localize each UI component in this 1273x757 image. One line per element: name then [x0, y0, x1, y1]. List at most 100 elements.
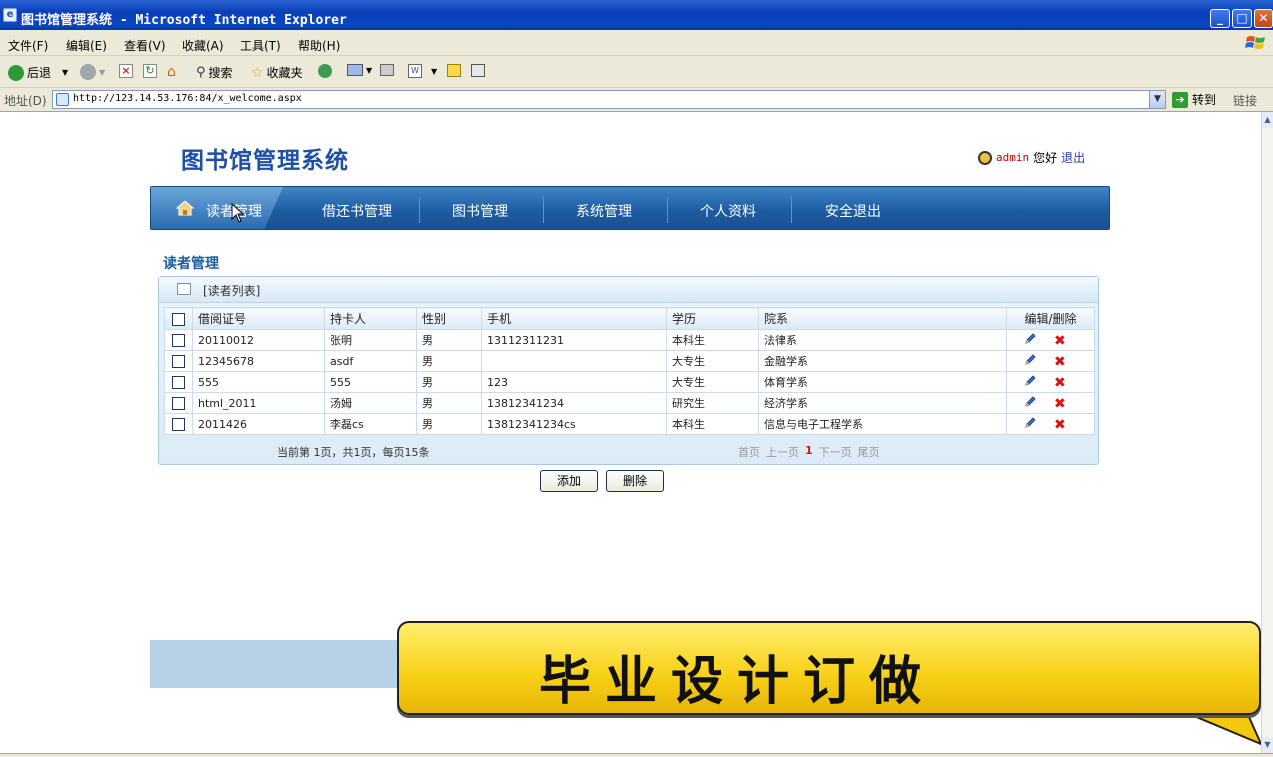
scroll-down-icon[interactable]: ▼	[1262, 737, 1273, 753]
section-title: 读者管理	[163, 256, 219, 272]
home-button[interactable]: ⌂	[167, 64, 176, 80]
row-checkbox[interactable]	[172, 417, 185, 431]
mail-icon	[347, 64, 363, 76]
delete-x-icon[interactable]: ✖	[1054, 418, 1066, 432]
vertical-scrollbar[interactable]: ▲ ▼	[1261, 112, 1273, 753]
menu-view[interactable]: 查看(V)	[124, 37, 166, 54]
select-all-cell	[164, 307, 193, 330]
print-button[interactable]	[380, 64, 394, 76]
site-logo: 图书馆管理系统	[181, 147, 349, 174]
nav-divider	[543, 197, 544, 223]
pager-prev[interactable]: 上一页	[766, 444, 799, 460]
card-no-cell: 12345678	[192, 350, 325, 372]
research-button[interactable]	[471, 64, 485, 77]
edit-pencil-icon[interactable]	[1024, 353, 1036, 366]
education-cell: 本科生	[666, 413, 759, 435]
delete-x-icon[interactable]: ✖	[1054, 334, 1066, 348]
address-input[interactable]: http://123.14.53.176:84/x_welcome.aspx ▼	[52, 90, 1166, 109]
table-row: 20110012 张明男 13112311231 本科生 法律系 ✖	[164, 329, 1095, 351]
col-holder: 持卡人	[324, 307, 417, 330]
card-no-cell: 2011426	[192, 413, 325, 435]
delete-x-icon[interactable]: ✖	[1054, 376, 1066, 390]
list-icon	[177, 283, 191, 295]
edit-page-button[interactable]: W ▼	[408, 64, 437, 78]
mail-button[interactable]: ▼	[347, 64, 372, 76]
go-button[interactable]: ➔ 转到	[1172, 91, 1216, 108]
window-title: 图书馆管理系统 - Microsoft Internet Explorer	[21, 13, 347, 28]
select-all-checkbox[interactable]	[172, 312, 185, 326]
nav-borrow-return[interactable]: 借还书管理	[322, 201, 392, 221]
home-icon: ⌂	[167, 64, 176, 80]
speech-bubble: 毕业设计订做	[397, 621, 1261, 715]
nav-book-management[interactable]: 图书管理	[452, 201, 508, 221]
history-icon	[318, 64, 332, 78]
actions-cell: ✖	[1006, 392, 1095, 414]
edit-pencil-icon[interactable]	[1024, 395, 1036, 408]
forward-dropdown-icon: ▼	[99, 67, 106, 77]
card-no-cell: 20110012	[192, 329, 325, 351]
nav-profile[interactable]: 个人资料	[700, 201, 756, 221]
menu-edit[interactable]: 编辑(E)	[66, 37, 107, 54]
greeting: 您好	[1033, 151, 1058, 165]
pager-first[interactable]: 首页	[738, 444, 760, 460]
close-button[interactable]: ✕	[1254, 9, 1273, 28]
delete-button[interactable]: 删除	[606, 470, 664, 492]
search-button[interactable]: ⚲ 搜索	[196, 64, 233, 81]
address-dropdown-icon[interactable]: ▼	[1149, 91, 1165, 108]
row-checkbox[interactable]	[172, 354, 185, 368]
history-button[interactable]	[318, 64, 332, 78]
panel-title: [读者列表]	[203, 284, 261, 298]
edit-pencil-icon[interactable]	[1024, 416, 1036, 429]
links-button[interactable]: 链接	[1233, 92, 1257, 109]
table-row: 555 555 男 123 大专生 体育学系 ✖	[164, 371, 1095, 393]
logout-link[interactable]: 退出	[1061, 149, 1085, 166]
menu-tools[interactable]: 工具(T)	[240, 37, 281, 54]
row-checkbox[interactable]	[172, 375, 185, 389]
department-cell: 金融学系	[758, 350, 1007, 372]
row-checkbox[interactable]	[172, 333, 185, 347]
stop-button[interactable]: ×	[119, 64, 133, 78]
gender-cell: 男	[416, 329, 482, 351]
edit-pencil-icon[interactable]	[1024, 374, 1036, 387]
row-checkbox[interactable]	[172, 396, 185, 410]
nav-system-management[interactable]: 系统管理	[576, 201, 632, 221]
forward-button[interactable]: ▼	[80, 64, 105, 80]
mail-dropdown-icon[interactable]: ▼	[366, 66, 372, 75]
delete-x-icon[interactable]: ✖	[1054, 397, 1066, 411]
address-label: 地址(D)	[4, 94, 47, 108]
phone-cell: 123	[481, 371, 667, 393]
panel-header: [读者列表]	[159, 277, 1098, 303]
pager-next[interactable]: 下一页	[819, 444, 852, 460]
scroll-up-icon[interactable]: ▲	[1262, 112, 1273, 128]
back-dropdown-icon[interactable]: ▼	[62, 68, 68, 77]
nav-safe-exit[interactable]: 安全退出	[825, 201, 881, 221]
status-bar	[0, 753, 1273, 757]
department-cell: 信息与电子工程学系	[758, 413, 1007, 435]
holder-cell: 张明	[324, 329, 417, 351]
table-row: 12345678 asdf 男 大专生 金融学系 ✖	[164, 350, 1095, 372]
discuss-button[interactable]	[447, 64, 461, 77]
menu-favorites[interactable]: 收藏(A)	[182, 37, 224, 54]
refresh-button[interactable]: ↻	[143, 64, 157, 78]
edit-dropdown-icon[interactable]: ▼	[431, 67, 437, 76]
nav-divider	[419, 197, 420, 223]
pager-last[interactable]: 尾页	[858, 444, 880, 460]
maximize-button[interactable]: □	[1232, 9, 1252, 28]
menu-file[interactable]: 文件(F)	[8, 37, 48, 54]
back-arrow-icon	[8, 64, 24, 81]
actions-cell: ✖	[1006, 371, 1095, 393]
row-select-cell	[164, 329, 193, 351]
add-button[interactable]: 添加	[540, 470, 598, 492]
address-url: http://123.14.53.176:84/x_welcome.aspx	[73, 93, 302, 104]
gender-cell: 男	[416, 413, 482, 435]
back-button[interactable]: 后退 ▼	[8, 64, 68, 81]
delete-x-icon[interactable]: ✖	[1054, 355, 1066, 369]
edit-pencil-icon[interactable]	[1024, 332, 1036, 345]
minimize-button[interactable]: _	[1210, 9, 1230, 28]
menu-help[interactable]: 帮助(H)	[298, 37, 340, 54]
username: admin	[996, 151, 1030, 164]
favorites-button[interactable]: ☆ 收藏夹	[251, 64, 303, 81]
windows-logo-icon	[1245, 36, 1265, 49]
pager-info: 当前第 1页，共1页，每页15条	[277, 446, 430, 459]
phone-cell: 13812341234	[481, 392, 667, 414]
